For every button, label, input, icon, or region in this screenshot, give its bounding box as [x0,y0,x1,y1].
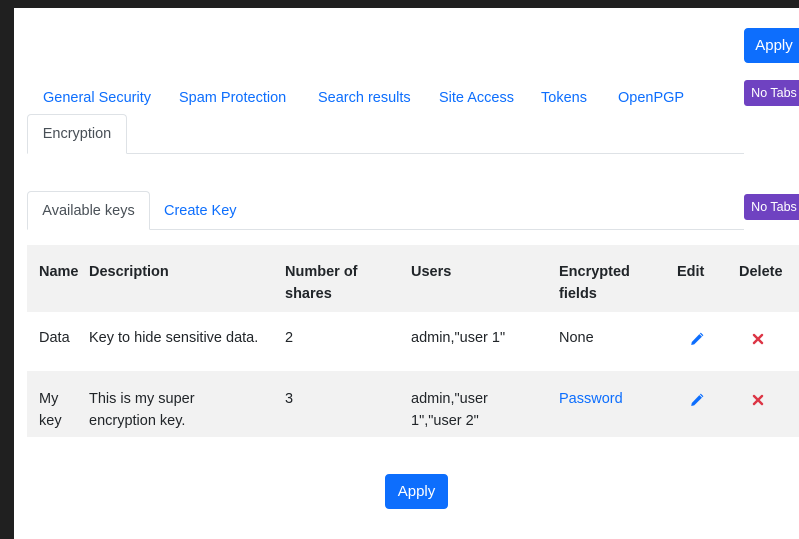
table-row: My key This is my super encryption key. … [27,371,799,437]
table-row: Data Key to hide sensitive data. 2 admin… [27,312,799,371]
header-fields-line1: Encrypted [559,264,630,280]
key-users: admin,"user 1" [411,330,506,346]
key-users-line1: admin,"user [411,391,488,407]
close-icon[interactable] [751,392,765,414]
column-header-name: Name [39,264,79,280]
security-settings-panel: Apply General Security Spam Protection S… [14,8,799,539]
no-tabs-button-keys[interactable]: No Tabs [744,194,799,220]
table-header-row: Name Description Number of shares Users … [27,245,799,312]
column-header-encrypted-fields: Encrypted fields [559,245,677,312]
key-encrypted-fields: Password [559,371,677,437]
edit-cell [677,371,739,437]
tab-spam-protection[interactable]: Spam Protection [179,90,286,106]
header-shares-line1: Number of [285,264,358,280]
tab-tokens[interactable]: Tokens [541,90,587,106]
key-name: Data [39,330,70,346]
tab-available-keys[interactable]: Available keys [27,191,150,230]
main-tabs-divider [27,153,744,154]
tab-create-key[interactable]: Create Key [164,203,237,219]
key-description: This is my super encryption key. [89,371,285,437]
header-shares-line2: shares [285,286,332,302]
key-shares: 3 [285,391,294,407]
column-header-edit: Edit [677,264,705,280]
column-header-description: Description [89,264,169,280]
key-users-line2: 1","user 2" [411,413,479,429]
pencil-icon[interactable] [689,392,705,415]
key-encrypted-fields: None [559,330,594,346]
key-description: Key to hide sensitive data. [89,330,259,346]
key-description-line2: encryption key. [89,413,186,429]
tab-general-security[interactable]: General Security [43,90,151,106]
tab-openpgp[interactable]: OpenPGP [618,90,684,106]
key-name-line2: key [39,413,62,429]
apply-button-bottom[interactable]: Apply [385,474,448,509]
delete-cell [739,371,799,437]
column-header-users: Users [411,264,452,280]
key-users: admin,"user 1","user 2" [411,371,559,437]
key-description-line1: This is my super [89,391,195,407]
apply-button-top[interactable]: Apply [744,28,799,63]
delete-cell [739,312,799,371]
tab-available-keys-label: Available keys [42,202,135,219]
encrypted-field-link-password[interactable]: Password [559,391,623,407]
pencil-icon[interactable] [689,331,705,354]
close-icon[interactable] [751,331,765,353]
key-name-line1: My [39,391,59,407]
column-header-number-of-shares: Number of shares [285,245,411,312]
tab-encryption[interactable]: Encryption [27,114,127,154]
key-shares: 2 [285,330,294,346]
key-name: My key [27,371,89,437]
tab-encryption-label: Encryption [42,126,112,142]
column-header-delete: Delete [739,264,783,280]
no-tabs-button-main[interactable]: No Tabs [744,80,799,106]
edit-cell [677,312,739,371]
tab-search-results[interactable]: Search results [318,90,411,106]
header-fields-line2: fields [559,286,597,302]
tab-site-access[interactable]: Site Access [439,90,514,106]
keys-table: Name Description Number of shares Users … [27,245,799,437]
